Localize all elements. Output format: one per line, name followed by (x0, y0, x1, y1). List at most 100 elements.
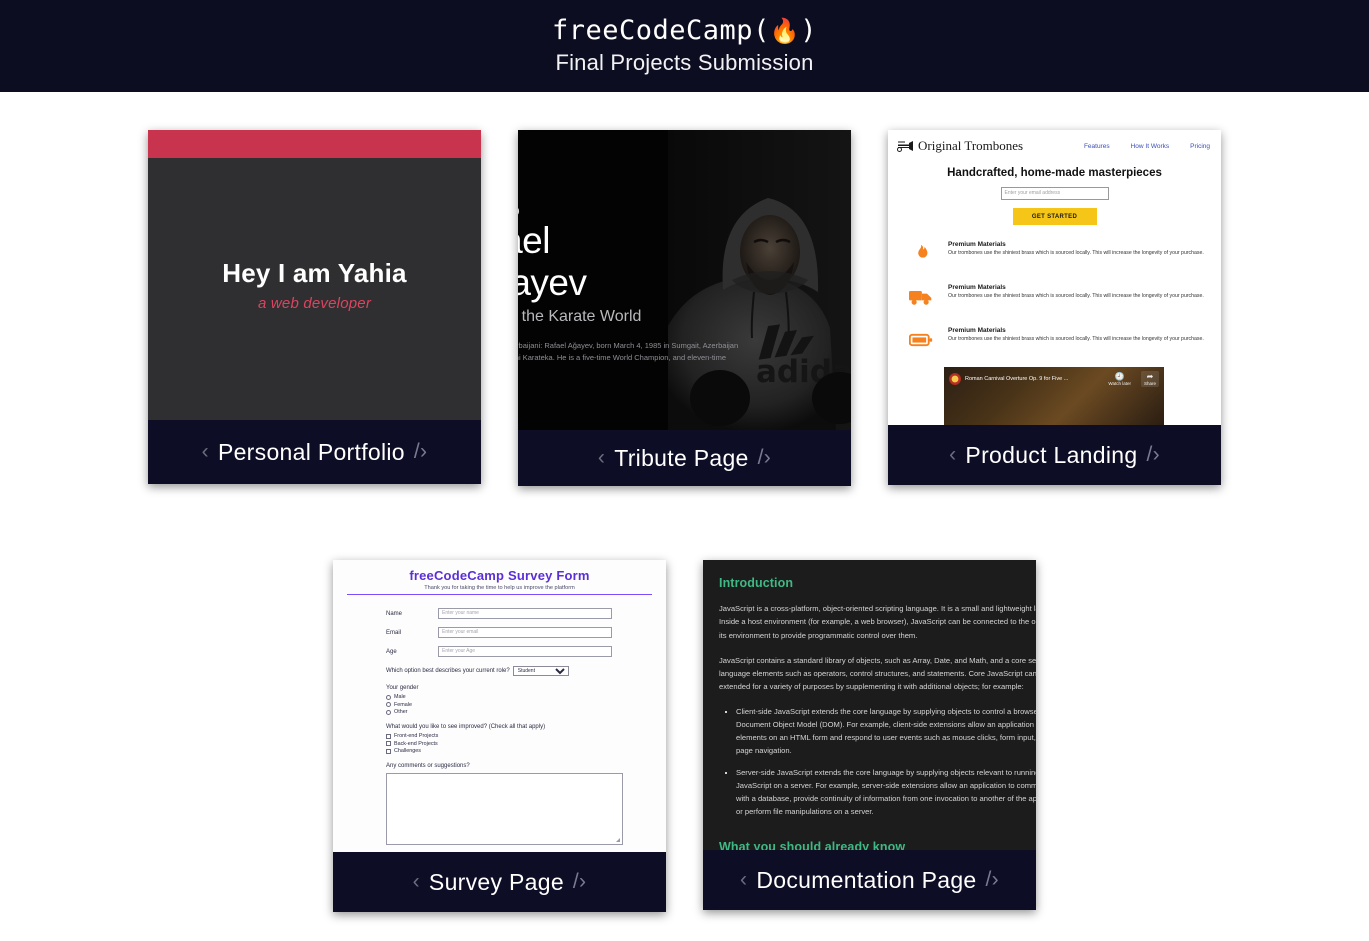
survey-field-name: Name Enter your name (386, 608, 652, 619)
video-title: Roman Carnival Overture Op. 9 for Five .… (965, 376, 1069, 382)
email-input[interactable]: Enter your email (438, 627, 612, 638)
improve-option-label: Back-end Projects (394, 740, 438, 747)
radio-icon[interactable] (386, 694, 391, 700)
docs-bullet-list-1: Client-side JavaScript extends the core … (719, 705, 1036, 818)
docs-bullet-item: Server-side JavaScript extends the core … (736, 766, 1036, 818)
nav-link-pricing[interactable]: Pricing (1190, 143, 1210, 150)
portfolio-label-text: Personal Portfolio (217, 438, 405, 465)
feature-desc: Our trombones use the shiniest brass whi… (948, 335, 1204, 342)
landing-navbar: Original Trombones Features How It Works… (888, 130, 1221, 158)
name-label: Name (386, 610, 403, 617)
checkbox-icon[interactable] (386, 748, 391, 754)
portfolio-heading: Hey I am Yahia (222, 258, 407, 288)
channel-avatar-icon (949, 373, 961, 385)
battery-icon (908, 327, 934, 353)
gender-option-label: Other (394, 709, 408, 715)
documentation-label-text: Documentation Page (756, 866, 977, 893)
tribute-card-label[interactable]: ‹ Tribute Page /› (518, 430, 851, 486)
email-label: Email (386, 629, 402, 636)
flame-icon (908, 241, 934, 267)
landing-heading: Handcrafted, home-made masterpieces (947, 167, 1162, 179)
name-input[interactable]: Enter your name (438, 608, 612, 619)
checkbox-icon[interactable] (386, 741, 391, 746)
project-card-tribute-page[interactable]: adidas Welcome to Rafael Aghayev Legend … (518, 130, 851, 486)
portfolio-hero: Hey I am Yahia a web developer (148, 258, 481, 312)
site-header: freeCodeCamp(🔥) Final Projects Submissio… (0, 0, 1369, 92)
projects-row-bottom: freeCodeCamp Survey Form Thank you for t… (0, 560, 1369, 912)
documentation-preview: Introduction JavaScript is a cross-platf… (703, 560, 1036, 850)
survey-preview: freeCodeCamp Survey Form Thank you for t… (333, 560, 666, 852)
project-card-product-landing[interactable]: Original Trombones Features How It Works… (888, 130, 1221, 485)
video-topbar: Roman Carnival Overture Op. 9 for Five .… (944, 367, 1164, 391)
role-question: Which option best describes your current… (386, 668, 510, 674)
flame-icon: 🔥 (769, 17, 801, 46)
improve-option-label: Front-end Projects (394, 733, 439, 739)
landing-video-embed[interactable]: Roman Carnival Overture Op. 9 for Five .… (944, 367, 1164, 425)
landing-label-text: Product Landing (965, 441, 1138, 468)
bracket-open-icon: ‹ (740, 868, 748, 891)
improve-option-backend[interactable]: Back-end Projects (386, 741, 652, 747)
bracket-close-icon: /› (985, 868, 999, 891)
improve-question: What would you like to see improved? (Ch… (386, 724, 546, 730)
landing-cta-row: GET STARTED (888, 208, 1221, 225)
brand-prefix: freeCodeCamp( (552, 15, 770, 47)
docs-paragraph-1: JavaScript is a cross-platform, object-o… (719, 604, 1036, 640)
projects-row-top: Hey I am Yahia a web developer ‹ Persona… (0, 130, 1369, 486)
survey-card-label[interactable]: ‹ Survey Page /› (333, 852, 666, 912)
portfolio-tagline: a web developer (257, 295, 372, 312)
nav-link-how-it-works[interactable]: How It Works (1131, 143, 1170, 150)
radio-icon[interactable] (386, 709, 391, 715)
watch-later-button[interactable]: 🕘 Watch later (1108, 372, 1131, 386)
bracket-close-icon: /› (413, 440, 428, 463)
landing-email-row: Enter your email address (888, 187, 1221, 200)
docs-bullet-item: Client-side JavaScript extends the core … (736, 705, 1036, 757)
survey-form: Name Enter your name Email Enter your em… (347, 608, 652, 852)
checkbox-icon[interactable] (386, 733, 391, 739)
gender-option-male[interactable]: Male (386, 694, 652, 700)
share-icon: ➦ (1146, 372, 1154, 381)
feature-title: Premium Materials (948, 327, 1006, 334)
nav-link-features[interactable]: Features (1084, 143, 1110, 150)
landing-email-input[interactable]: Enter your email address (1000, 187, 1109, 200)
improve-option-challenges[interactable]: Challenges (386, 748, 652, 754)
comments-textarea[interactable] (386, 773, 623, 845)
gender-option-label: Female (394, 701, 412, 708)
landing-feature-item: Premium Materials Our trombones use the … (908, 327, 1211, 353)
radio-icon[interactable] (386, 702, 391, 707)
project-card-personal-portfolio[interactable]: Hey I am Yahia a web developer ‹ Persona… (148, 130, 481, 484)
survey-field-email: Email Enter your email (386, 627, 652, 638)
docs-paragraph-2: JavaScript contains a standard library o… (719, 655, 1036, 692)
share-button[interactable]: ➦ Share (1140, 371, 1159, 387)
portfolio-card-label[interactable]: ‹ Personal Portfolio /› (148, 420, 481, 484)
improve-option-frontend[interactable]: Front-end Projects (386, 733, 652, 739)
docs-heading-introduction: Introduction (719, 576, 794, 590)
page-subtitle: Final Projects Submission (555, 49, 814, 75)
survey-subtitle: Thank you for taking the time to help us… (347, 585, 652, 595)
landing-card-label[interactable]: ‹ Product Landing /› (888, 425, 1221, 485)
tribute-paragraph: Rafael Aghayev (Azerbaijani: Rafael Ağay… (518, 341, 739, 363)
comments-question: Any comments or suggestions? (386, 763, 470, 769)
landing-preview: Original Trombones Features How It Works… (888, 130, 1221, 425)
survey-label-text: Survey Page (428, 868, 564, 895)
share-label: Share (1143, 381, 1156, 386)
survey-field-age: Age Enter your Age (386, 646, 652, 657)
gender-option-female[interactable]: Female (386, 702, 652, 708)
feature-desc: Our trombones use the shiniest brass whi… (948, 292, 1204, 299)
gender-option-other[interactable]: Other (386, 709, 652, 715)
bracket-open-icon: ‹ (597, 446, 606, 469)
age-input[interactable]: Enter your Age (438, 646, 612, 657)
brand-title: freeCodeCamp(🔥) (552, 16, 817, 46)
improve-option-label: Challenges (394, 748, 421, 754)
tribute-name-line-2: Aghayev (518, 262, 587, 304)
get-started-button[interactable]: GET STARTED (1012, 208, 1097, 225)
tribute-name-line-1: Rafael (518, 220, 550, 261)
project-card-documentation-page[interactable]: Introduction JavaScript is a cross-platf… (703, 560, 1036, 910)
tribute-welcome: Welcome to (518, 202, 776, 218)
documentation-card-label[interactable]: ‹ Documentation Page /› (703, 850, 1036, 910)
watch-later-label: Watch later (1108, 381, 1131, 386)
role-select[interactable]: Student (512, 666, 569, 676)
feature-title: Premium Materials (948, 241, 1006, 248)
brand-suffix: ) (800, 15, 817, 47)
trombone-icon (897, 140, 913, 152)
project-card-survey-page[interactable]: freeCodeCamp Survey Form Thank you for t… (333, 560, 666, 912)
